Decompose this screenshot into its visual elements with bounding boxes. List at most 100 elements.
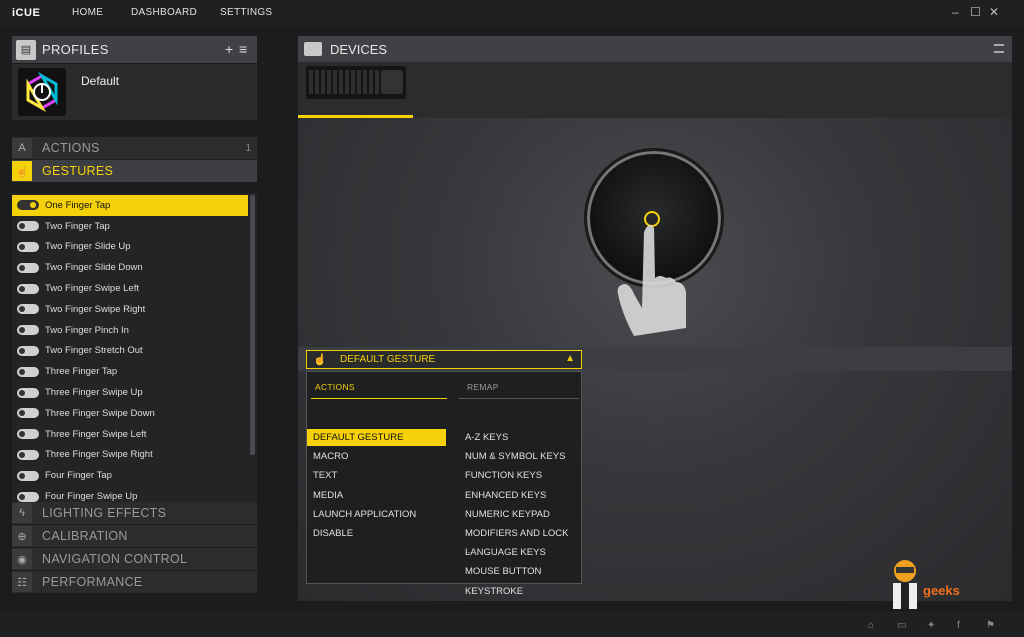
- devices-menu-icon[interactable]: [994, 44, 1004, 53]
- section-performance[interactable]: ☷ PERFORMANCE: [12, 571, 257, 594]
- gesture-toggle[interactable]: [17, 304, 39, 315]
- game-controller-icon[interactable]: ⌂: [868, 620, 874, 631]
- left-panel: ▤ PROFILES + ≡ Default A ACTIONS 1 ☝ GES…: [12, 36, 257, 594]
- gesture-toggle[interactable]: [17, 200, 39, 211]
- add-profile-icon[interactable]: +: [225, 41, 233, 57]
- gesture-toggle[interactable]: [17, 408, 39, 419]
- device-keyboard-thumbnail[interactable]: [306, 66, 406, 99]
- remap-option[interactable]: LANGUAGE KEYS: [459, 544, 579, 561]
- gesture-label: Two Finger Pinch In: [45, 324, 129, 336]
- gesture-item[interactable]: Three Finger Swipe Left: [12, 424, 248, 445]
- gesture-label: Two Finger Slide Up: [45, 241, 131, 253]
- app-logo: iCUE: [12, 7, 41, 19]
- gesture-toggle[interactable]: [17, 241, 39, 252]
- remap-option[interactable]: NUMERIC KEYPAD: [459, 506, 579, 523]
- gesture-item[interactable]: Three Finger Swipe Up: [12, 382, 248, 403]
- section-navigation-label: NAVIGATION CONTROL: [42, 552, 188, 566]
- lightning-icon: ϟ: [12, 503, 32, 523]
- gesture-item[interactable]: Two Finger Swipe Right: [12, 299, 248, 320]
- nav-dashboard[interactable]: DASHBOARD: [131, 7, 197, 18]
- performance-icon: ☷: [12, 572, 32, 592]
- gesture-label: Four Finger Tap: [45, 470, 112, 482]
- remap-option[interactable]: KEYSTROKE: [459, 583, 579, 600]
- gesture-item[interactable]: Three Finger Swipe Down: [12, 403, 248, 424]
- gesture-item[interactable]: Four Finger Tap: [12, 465, 248, 486]
- profiles-icon: ▤: [16, 39, 36, 60]
- mascot-icon: [893, 560, 917, 609]
- gesture-action-select[interactable]: ☝ DEFAULT GESTURE ▲: [306, 350, 582, 369]
- gesture-toggle[interactable]: [17, 221, 39, 232]
- action-option[interactable]: TEXT: [307, 467, 446, 484]
- gesture-label: Three Finger Swipe Down: [45, 407, 155, 419]
- action-option[interactable]: MACRO: [307, 448, 446, 465]
- maximize-icon[interactable]: ☐: [970, 5, 981, 19]
- remap-option[interactable]: MOUSE BUTTON: [459, 563, 579, 580]
- chat-icon[interactable]: ▭: [897, 620, 906, 631]
- gesture-item[interactable]: Two Finger Stretch Out: [12, 341, 248, 362]
- gesture-toggle[interactable]: [17, 470, 39, 481]
- action-option[interactable]: LAUNCH APPLICATION: [307, 506, 446, 523]
- gesture-toggle[interactable]: [17, 491, 39, 502]
- gesture-item[interactable]: Two Finger Tap: [12, 216, 248, 237]
- section-gestures[interactable]: ☝ GESTURES: [12, 160, 257, 183]
- profile-name: Default: [81, 74, 120, 88]
- gesture-item[interactable]: Two Finger Slide Down: [12, 257, 248, 278]
- action-option[interactable]: DEFAULT GESTURE: [307, 429, 446, 446]
- gesture-toggle[interactable]: [17, 262, 39, 273]
- gesture-toggle[interactable]: [17, 366, 39, 377]
- section-navigation-control[interactable]: ◉ NAVIGATION CONTROL: [12, 548, 257, 571]
- remap-option[interactable]: ENHANCED KEYS: [459, 487, 579, 504]
- devices-panel: DEVICES ☝ DEFAULT GESTURE ▲ ACTIONS REMA…: [298, 36, 1012, 601]
- devices-header: DEVICES: [298, 36, 1012, 62]
- section-actions[interactable]: A ACTIONS 1: [12, 137, 257, 160]
- corsair-icon[interactable]: ⚑: [986, 620, 995, 631]
- twitter-icon[interactable]: ✦: [927, 620, 935, 631]
- gesture-item[interactable]: Three Finger Swipe Right: [12, 445, 248, 466]
- remap-option[interactable]: NUM & SYMBOL KEYS: [459, 448, 579, 465]
- chevron-up-icon[interactable]: ▲: [565, 353, 575, 364]
- watermark: geeks: [885, 553, 975, 613]
- remap-option[interactable]: MODIFIERS AND LOCK ...: [459, 525, 579, 556]
- device-strip: [298, 62, 1012, 118]
- gesture-item[interactable]: One Finger Tap: [12, 195, 248, 216]
- gesture-label: Three Finger Swipe Left: [45, 428, 147, 440]
- remap-option[interactable]: A-Z KEYS: [459, 429, 579, 446]
- gesture-item[interactable]: Two Finger Pinch In: [12, 320, 248, 341]
- minimize-icon[interactable]: –: [952, 5, 959, 19]
- gesture-toggle[interactable]: [17, 345, 39, 356]
- profiles-title: PROFILES: [42, 42, 109, 57]
- close-icon[interactable]: ✕: [989, 5, 999, 19]
- actions-count: 1: [245, 142, 251, 154]
- hand-pointer-icon: ☝: [12, 161, 32, 181]
- keyboard-keys: [309, 70, 381, 94]
- section-gestures-label: GESTURES: [42, 164, 114, 178]
- gesture-toggle[interactable]: [17, 387, 39, 398]
- section-lighting-effects[interactable]: ϟ LIGHTING EFFECTS: [12, 502, 257, 525]
- profile-menu-icon[interactable]: ≡: [239, 41, 247, 57]
- gesture-item[interactable]: Two Finger Slide Up: [12, 237, 248, 258]
- gesture-item[interactable]: Three Finger Tap: [12, 361, 248, 382]
- gesture-label: One Finger Tap: [45, 199, 111, 211]
- gesture-toggle[interactable]: [17, 283, 39, 294]
- facebook-icon[interactable]: f: [957, 620, 960, 631]
- action-option[interactable]: DISABLE: [307, 525, 446, 542]
- profile-item-default[interactable]: Default: [12, 64, 257, 120]
- gesture-toggle[interactable]: [17, 325, 39, 336]
- nav-settings[interactable]: SETTINGS: [220, 7, 272, 18]
- keyboard-touchpad: [381, 70, 403, 94]
- action-option[interactable]: MEDIA: [307, 487, 446, 504]
- gesture-toggle[interactable]: [17, 449, 39, 460]
- gesture-list: One Finger Tap Two Finger Tap Two Finger S…: [12, 193, 257, 502]
- remap-option[interactable]: FUNCTION KEYS: [459, 467, 579, 484]
- gesture-list-scrollbar[interactable]: [250, 195, 255, 455]
- gesture-label: Two Finger Swipe Left: [45, 283, 139, 295]
- section-performance-label: PERFORMANCE: [42, 575, 143, 589]
- section-calibration[interactable]: ⊕ CALIBRATION: [12, 525, 257, 548]
- gesture-item[interactable]: Two Finger Swipe Left: [12, 278, 248, 299]
- compass-icon: ◉: [12, 549, 32, 569]
- nav-home[interactable]: HOME: [72, 7, 103, 18]
- hand-tap-icon: [617, 225, 686, 336]
- gesture-label: Two Finger Stretch Out: [45, 345, 143, 357]
- gesture-toggle[interactable]: [17, 429, 39, 440]
- crosshair-icon: ⊕: [12, 526, 32, 546]
